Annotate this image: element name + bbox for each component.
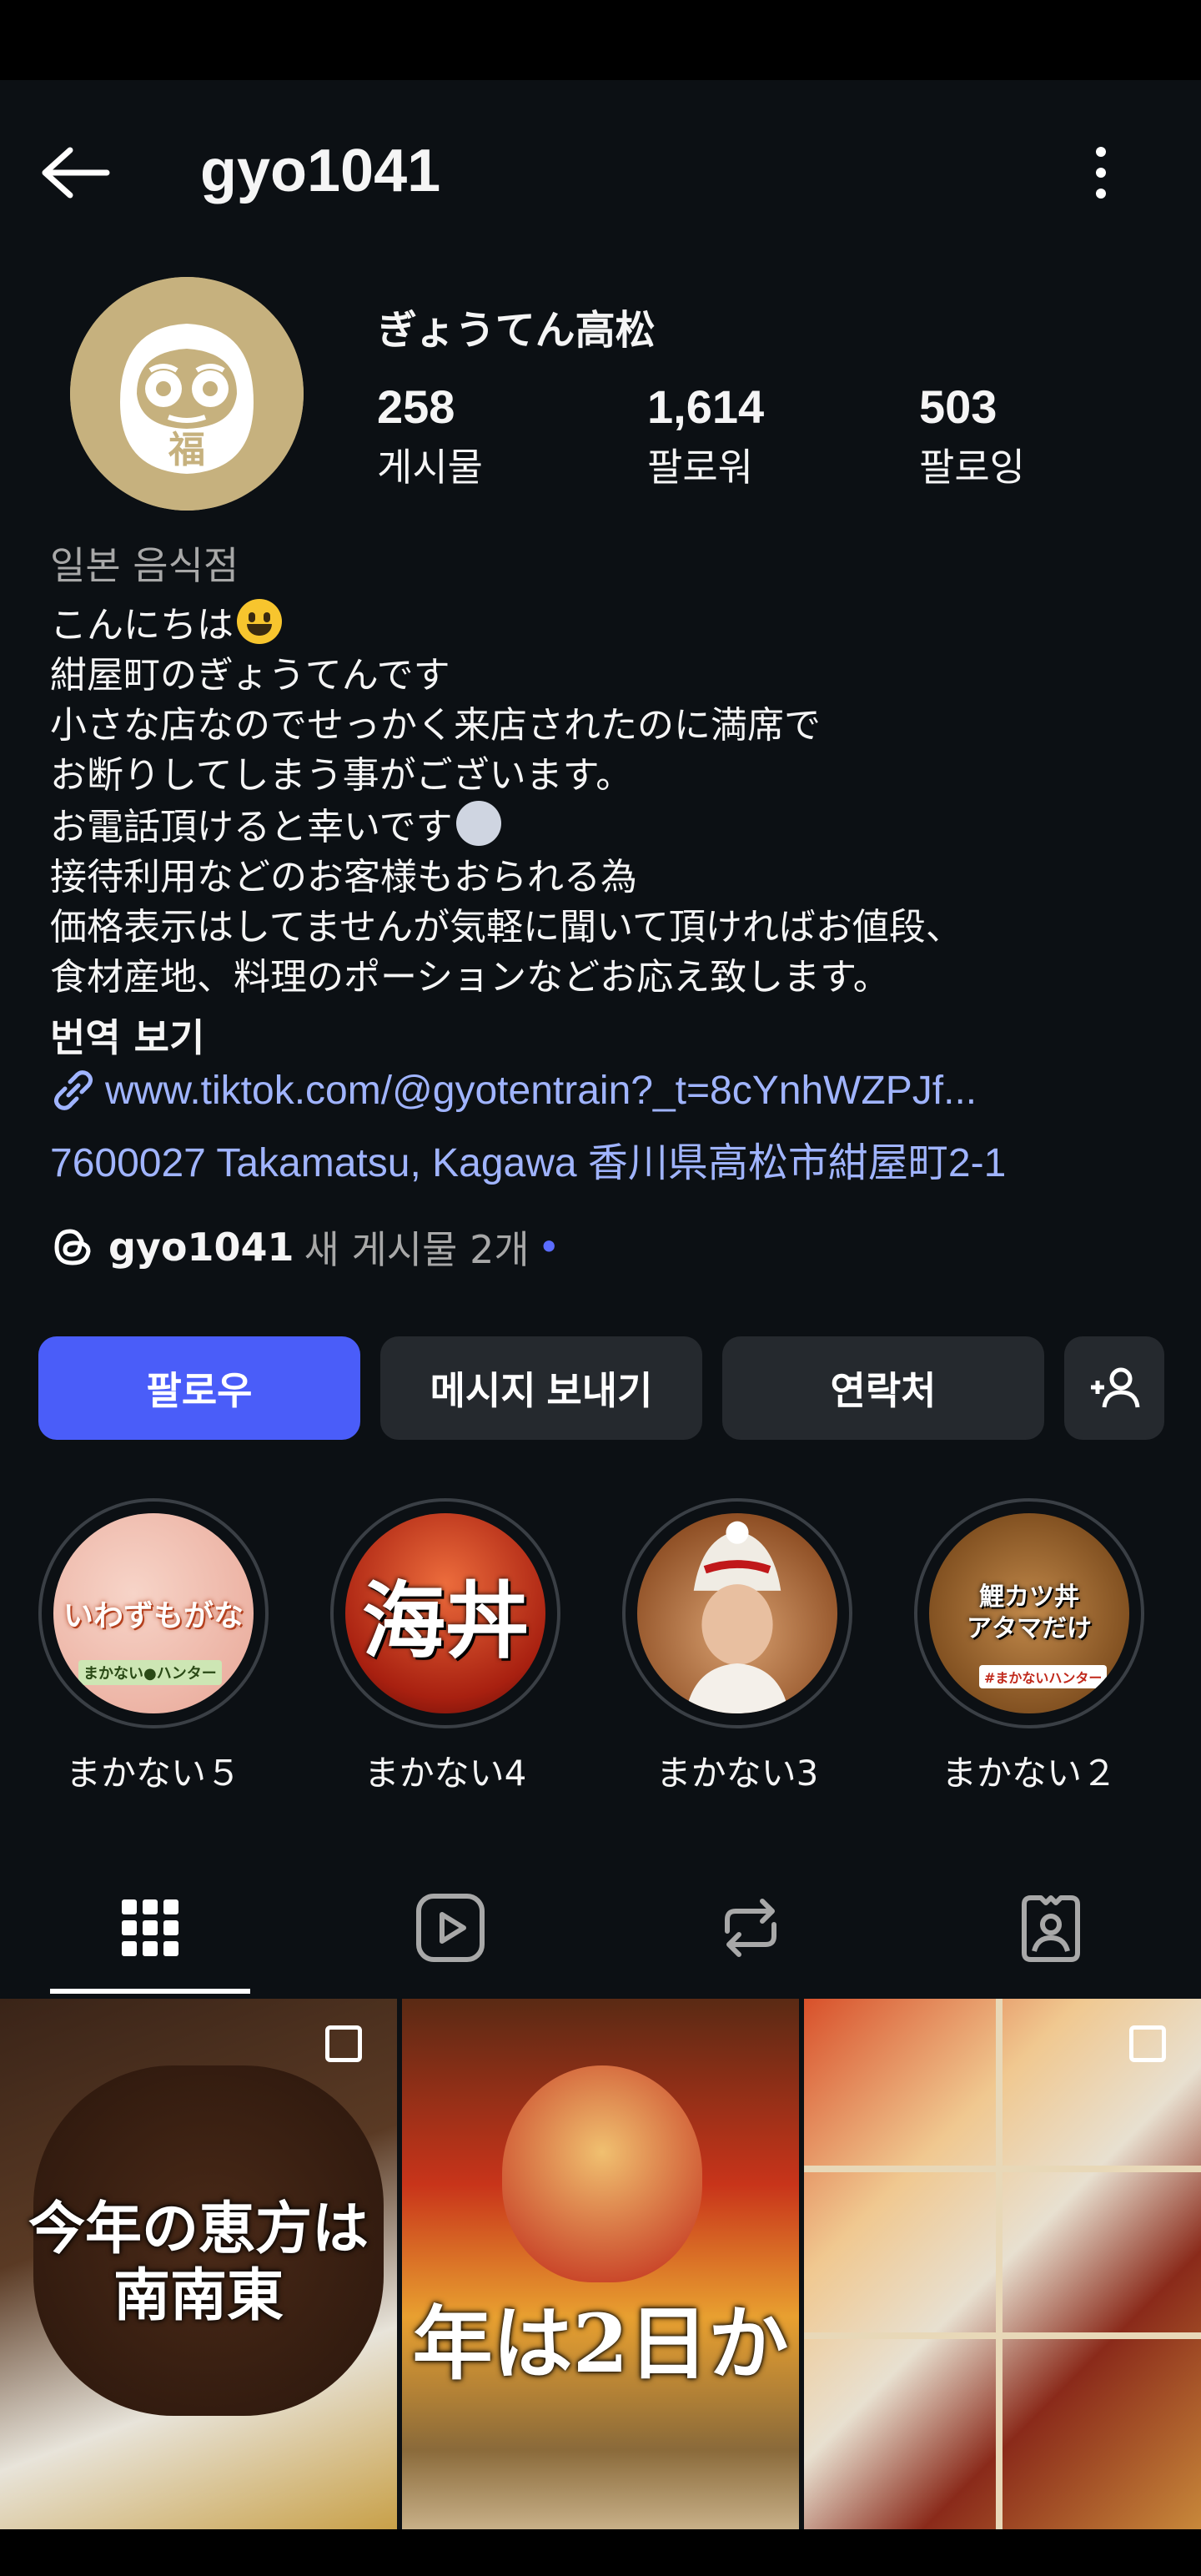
following-count-label: 팔로잉: [919, 445, 1025, 490]
status-bar: [0, 0, 1201, 80]
bio-line: 価格表示はしてませんが気軽に聞いて頂ければお値段、: [50, 906, 962, 948]
story-highlight[interactable]: 海丼 まかない4: [329, 1498, 562, 1796]
link-icon: [53, 1070, 93, 1110]
active-tab-indicator: [50, 1989, 250, 1994]
bio-line: こんにちは: [50, 599, 1168, 651]
following-count[interactable]: 503 팔로잉: [919, 380, 1025, 494]
tab-reels[interactable]: [350, 1857, 550, 1999]
highlight-cover-text: 鯉カツ丼 アタマだけ: [967, 1582, 1092, 1643]
top-bar: [0, 80, 1201, 180]
highlight-label: まかない3: [656, 1753, 819, 1794]
highlight-cover: [637, 1513, 837, 1713]
reels-icon: [416, 1894, 485, 1962]
bio-link[interactable]: www.tiktok.com/@gyotentrain?_t=8cYnhWZPJ…: [50, 1068, 977, 1114]
story-highlight[interactable]: 鯉カツ丼 アタマだけ #まかないハンター まかない２: [912, 1498, 1146, 1796]
post-thumbnail[interactable]: 今年の恵方は 南南東: [0, 1999, 397, 2529]
highlight-ring: いわずもがな まかない●ハンター: [38, 1498, 269, 1728]
svg-text:福: 福: [168, 429, 205, 471]
multiple-photos-icon: [325, 2025, 362, 2062]
tab-posts[interactable]: [50, 1857, 250, 1999]
reposts-icon: [725, 1899, 776, 1957]
posts-count-value: 258: [377, 380, 455, 433]
post-caption: 年は2日か: [412, 2297, 789, 2391]
posts-count-label: 게시물: [377, 445, 483, 490]
highlight-cover: 海丼: [345, 1513, 545, 1713]
navigation-bar: [0, 2529, 1201, 2576]
bio-line: 小さな店なのでせっかく来店されたのに満席で: [50, 704, 821, 747]
see-translation-link[interactable]: 번역 보기: [50, 1008, 204, 1063]
highlight-ring: [622, 1498, 852, 1728]
bio-line: 食材産地、料理のポーションなどお応え致します。: [50, 956, 890, 999]
smiley-emoji-icon: [237, 599, 282, 644]
post-daruma-image: [502, 2065, 702, 2282]
profile-username: gyo1041: [200, 138, 441, 204]
threads-icon: [54, 1229, 91, 1265]
story-highlight[interactable]: いわずもがな まかない●ハンター まかない５: [37, 1498, 270, 1796]
follow-button[interactable]: 팔로우: [38, 1336, 360, 1440]
story-highlight[interactable]: まかない3: [621, 1498, 854, 1796]
threads-new-dot: •: [537, 1225, 560, 1270]
highlight-cover-text: いわずもがな: [63, 1599, 244, 1633]
followers-count-label: 팔로워: [647, 445, 753, 490]
suggested-accounts-button[interactable]: [1064, 1336, 1164, 1440]
profile-tabs: [0, 1857, 1201, 1999]
bio-line: お電話頂けると幸いです: [50, 801, 1168, 853]
person-santa-hat-image: [686, 1521, 789, 1713]
followers-count-value: 1,614: [647, 380, 765, 433]
profile-category: 일본 음식점: [50, 543, 239, 588]
highlight-ring: 鯉カツ丼 アタマだけ #まかないハンター: [914, 1498, 1144, 1728]
profile-display-name: ぎょうてん高松: [377, 307, 656, 354]
highlight-label: まかない２: [941, 1753, 1117, 1794]
bio-link-text: www.tiktok.com/@gyotentrain?_t=8cYnhWZPJ…: [105, 1069, 977, 1113]
post-thumbnail[interactable]: 年は2日か: [402, 1999, 799, 2529]
tab-reposts[interactable]: [651, 1857, 851, 1999]
add-person-icon: [1091, 1367, 1140, 1408]
profile-bio: こんにちは 紺屋町のぎょうてんです 小さな店なのでせっかく来店されたのに満席で …: [50, 599, 1168, 1003]
highlight-cover-text: 海丼: [362, 1571, 529, 1670]
daruma-logo-icon: 福: [70, 277, 304, 511]
following-count-value: 503: [919, 380, 997, 433]
tab-tagged[interactable]: [951, 1857, 1151, 1999]
highlight-cover-subtext: #まかないハンター: [979, 1665, 1108, 1688]
profile-avatar[interactable]: 福: [70, 277, 304, 511]
highlight-cover: いわずもがな まかない●ハンター: [53, 1513, 254, 1713]
highlight-cover: 鯉カツ丼 アタマだけ #まかないハンター: [929, 1513, 1129, 1713]
tagged-icon: [1022, 1895, 1080, 1962]
bento-divider: [804, 2166, 1201, 2172]
posts-count[interactable]: 258 게시물: [377, 380, 483, 494]
back-arrow-icon[interactable]: [37, 143, 112, 202]
bio-line: お断りしてしまう事がございます。: [50, 754, 633, 797]
message-button[interactable]: 메시지 보내기: [380, 1336, 702, 1440]
highlight-label: まかない4: [364, 1753, 527, 1794]
threads-new-posts: 새 게시물 2개: [304, 1227, 530, 1272]
highlight-ring: 海丼: [330, 1498, 560, 1728]
threads-badge[interactable]: gyo1041 새 게시물 2개 •: [50, 1220, 560, 1275]
post-caption: 今年の恵方は 南南東: [28, 2196, 369, 2329]
more-options-icon[interactable]: [1084, 143, 1118, 202]
grid-icon: [122, 1899, 178, 1956]
bio-line: 接待利用などのお客様もおられる為: [50, 856, 637, 898]
bowing-person-emoji-icon: [455, 801, 501, 846]
profile-address[interactable]: 7600027 Takamatsu, Kagawa 香川県高松市紺屋町2-1: [50, 1130, 1006, 1188]
threads-handle: gyo1041: [108, 1225, 294, 1270]
highlight-label: まかない５: [65, 1753, 241, 1794]
followers-count[interactable]: 1,614 팔로워: [647, 380, 764, 494]
multiple-photos-icon: [1129, 2025, 1166, 2062]
bento-divider: [804, 2332, 1201, 2339]
contact-button[interactable]: 연락처: [722, 1336, 1044, 1440]
bento-divider: [996, 1999, 1003, 2529]
post-thumbnail[interactable]: [804, 1999, 1201, 2529]
bio-line: 紺屋町のぎょうてんです: [50, 654, 450, 697]
highlight-cover-subtext: まかない●ハンター: [78, 1660, 222, 1685]
